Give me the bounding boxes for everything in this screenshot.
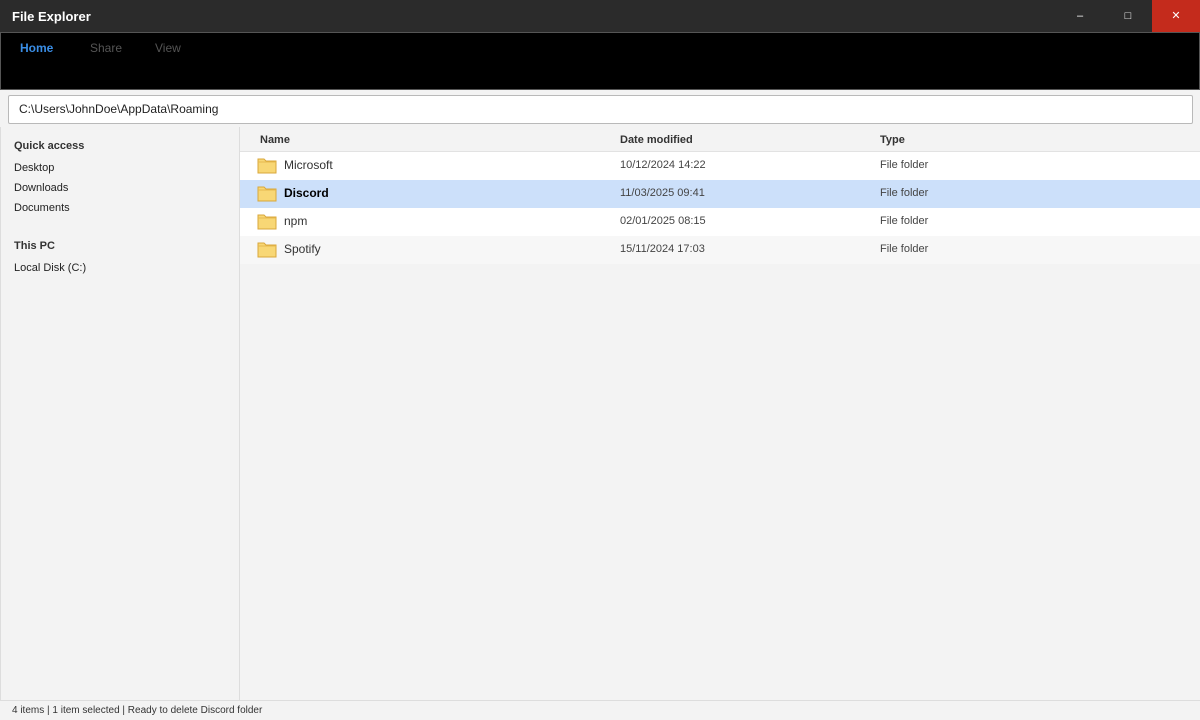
title-bar: File Explorer – □ ✕ <box>0 0 1200 32</box>
folder-icon <box>257 186 277 202</box>
file-name: Microsoft <box>284 158 333 172</box>
file-type: File folder <box>880 187 929 199</box>
file-type: File folder <box>880 243 929 255</box>
navigation-pane: Quick access Desktop Downloads Documents… <box>0 127 240 700</box>
file-row-microsoft[interactable]: Microsoft 10/12/2024 14:22 File folder <box>240 152 1200 180</box>
column-header-date[interactable]: Date modified <box>620 134 693 146</box>
file-name: npm <box>284 214 308 228</box>
file-row-npm[interactable]: npm 02/01/2025 08:15 File folder <box>240 208 1200 236</box>
ribbon: Home Share View <box>0 32 1200 90</box>
maximize-button[interactable]: □ <box>1104 0 1152 32</box>
file-type: File folder <box>880 215 929 227</box>
sidebar-heading-quick-access[interactable]: Quick access <box>14 140 84 152</box>
column-header-type[interactable]: Type <box>880 134 905 146</box>
tab-share[interactable]: Share <box>90 41 122 55</box>
file-row-spotify[interactable]: Spotify 15/11/2024 17:03 File folder <box>240 236 1200 264</box>
address-bar: C:\Users\JohnDoe\AppData\Roaming <box>0 90 1200 127</box>
file-date: 10/12/2024 14:22 <box>620 159 706 171</box>
tab-home[interactable]: Home <box>20 41 53 55</box>
sidebar-item-local-disk[interactable]: Local Disk (C:) <box>14 262 86 274</box>
address-input[interactable]: C:\Users\JohnDoe\AppData\Roaming <box>8 95 1193 124</box>
minimize-button[interactable]: – <box>1056 0 1104 32</box>
file-name: Spotify <box>284 242 321 256</box>
folder-icon <box>257 214 277 230</box>
sidebar-item-documents[interactable]: Documents <box>14 202 70 214</box>
file-row-discord[interactable]: Discord 11/03/2025 09:41 File folder <box>240 180 1200 208</box>
file-type: File folder <box>880 159 929 171</box>
file-date: 02/01/2025 08:15 <box>620 215 706 227</box>
folder-icon <box>257 158 277 174</box>
tab-view[interactable]: View <box>155 41 181 55</box>
file-list: Name Date modified Type Microsoft 10/12/… <box>240 127 1200 700</box>
sidebar-item-downloads[interactable]: Downloads <box>14 182 68 194</box>
column-header-name[interactable]: Name <box>260 134 290 146</box>
close-button[interactable]: ✕ <box>1152 0 1200 32</box>
sidebar-item-desktop[interactable]: Desktop <box>14 162 54 174</box>
status-bar: 4 items | 1 item selected | Ready to del… <box>0 700 1200 720</box>
folder-icon <box>257 242 277 258</box>
file-date: 11/03/2025 09:41 <box>620 187 705 199</box>
file-date: 15/11/2024 17:03 <box>620 243 705 255</box>
sidebar-heading-this-pc[interactable]: This PC <box>14 240 55 252</box>
file-name: Discord <box>284 186 329 200</box>
window-title: File Explorer <box>12 9 91 24</box>
